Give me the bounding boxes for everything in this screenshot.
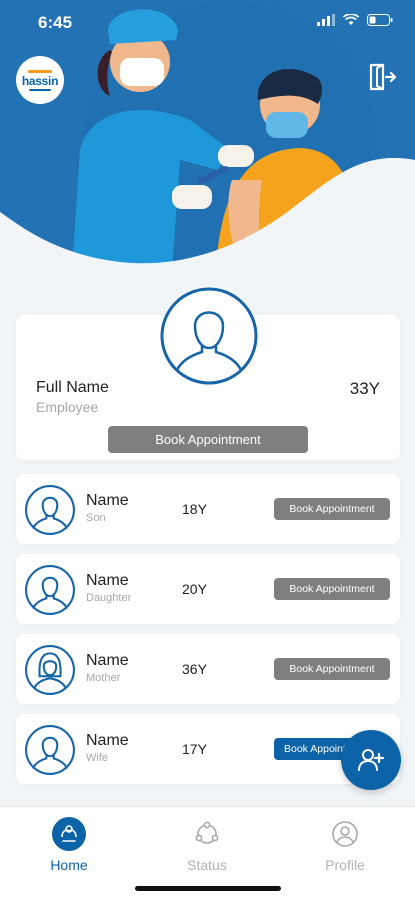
- member-relation: Wife: [86, 752, 108, 764]
- home-vaccine-icon: [52, 817, 86, 851]
- profile-role: Employee: [36, 399, 99, 415]
- logout-button[interactable]: [367, 62, 397, 97]
- hero-illustration: [0, 0, 415, 300]
- member-avatar: [24, 644, 76, 696]
- member-age: 36Y: [182, 661, 207, 677]
- status-cycle-icon: [190, 817, 224, 851]
- main-avatar: [159, 286, 259, 386]
- tab-home-label: Home: [50, 857, 88, 873]
- tab-profile[interactable]: Profile: [300, 817, 390, 873]
- member-name: Name: [86, 572, 129, 589]
- profile-icon: [328, 817, 362, 851]
- member-avatar: [24, 724, 76, 776]
- home-indicator: [135, 886, 281, 891]
- tab-home[interactable]: Home: [24, 817, 114, 873]
- tab-status-label: Status: [187, 857, 227, 873]
- male-avatar-icon: [25, 485, 75, 535]
- signal-icon: [317, 14, 335, 26]
- profile-full-name: Full Name: [36, 379, 109, 396]
- logo-underline: [29, 88, 51, 91]
- member-card: Name Mother 36Y Book Appointment: [16, 634, 400, 704]
- member-relation: Daughter: [86, 592, 132, 604]
- main-book-appointment-button[interactable]: Book Appointment: [108, 426, 308, 453]
- member-name: Name: [86, 652, 129, 669]
- male-avatar-icon: [160, 287, 258, 385]
- status-time: 6:45: [38, 13, 73, 32]
- add-member-button[interactable]: [341, 730, 401, 790]
- male-avatar-icon: [25, 725, 75, 775]
- brand-logo: hassin: [16, 56, 64, 104]
- member-relation: Son: [86, 512, 106, 524]
- tab-status[interactable]: Status: [162, 817, 252, 873]
- member-age: 20Y: [182, 581, 207, 597]
- member-name: Name: [86, 732, 129, 749]
- book-appointment-button[interactable]: Book Appointment: [274, 658, 390, 680]
- logout-icon: [369, 63, 397, 91]
- logo-mark: [28, 69, 52, 73]
- member-card: Name Daughter 20Y Book Appointment: [16, 554, 400, 624]
- battery-icon: [367, 14, 393, 26]
- member-name: Name: [86, 492, 129, 509]
- member-card: Name Son 18Y Book Appointment: [16, 474, 400, 544]
- status-icons: [317, 14, 393, 26]
- profile-age: 33Y: [349, 379, 380, 398]
- status-bar: 6:45: [0, 0, 415, 44]
- member-relation: Mother: [86, 672, 121, 684]
- male-avatar-icon: [25, 565, 75, 615]
- female-avatar-icon: [25, 645, 75, 695]
- member-age: 17Y: [182, 741, 207, 757]
- logo-text: hassin: [21, 73, 59, 88]
- add-user-icon: [358, 749, 385, 771]
- book-appointment-button[interactable]: Book Appointment: [274, 498, 390, 520]
- wifi-icon: [343, 14, 359, 25]
- tab-profile-label: Profile: [325, 857, 365, 873]
- member-avatar: [24, 484, 76, 536]
- member-avatar: [24, 564, 76, 616]
- member-age: 18Y: [182, 501, 207, 517]
- book-appointment-button[interactable]: Book Appointment: [274, 578, 390, 600]
